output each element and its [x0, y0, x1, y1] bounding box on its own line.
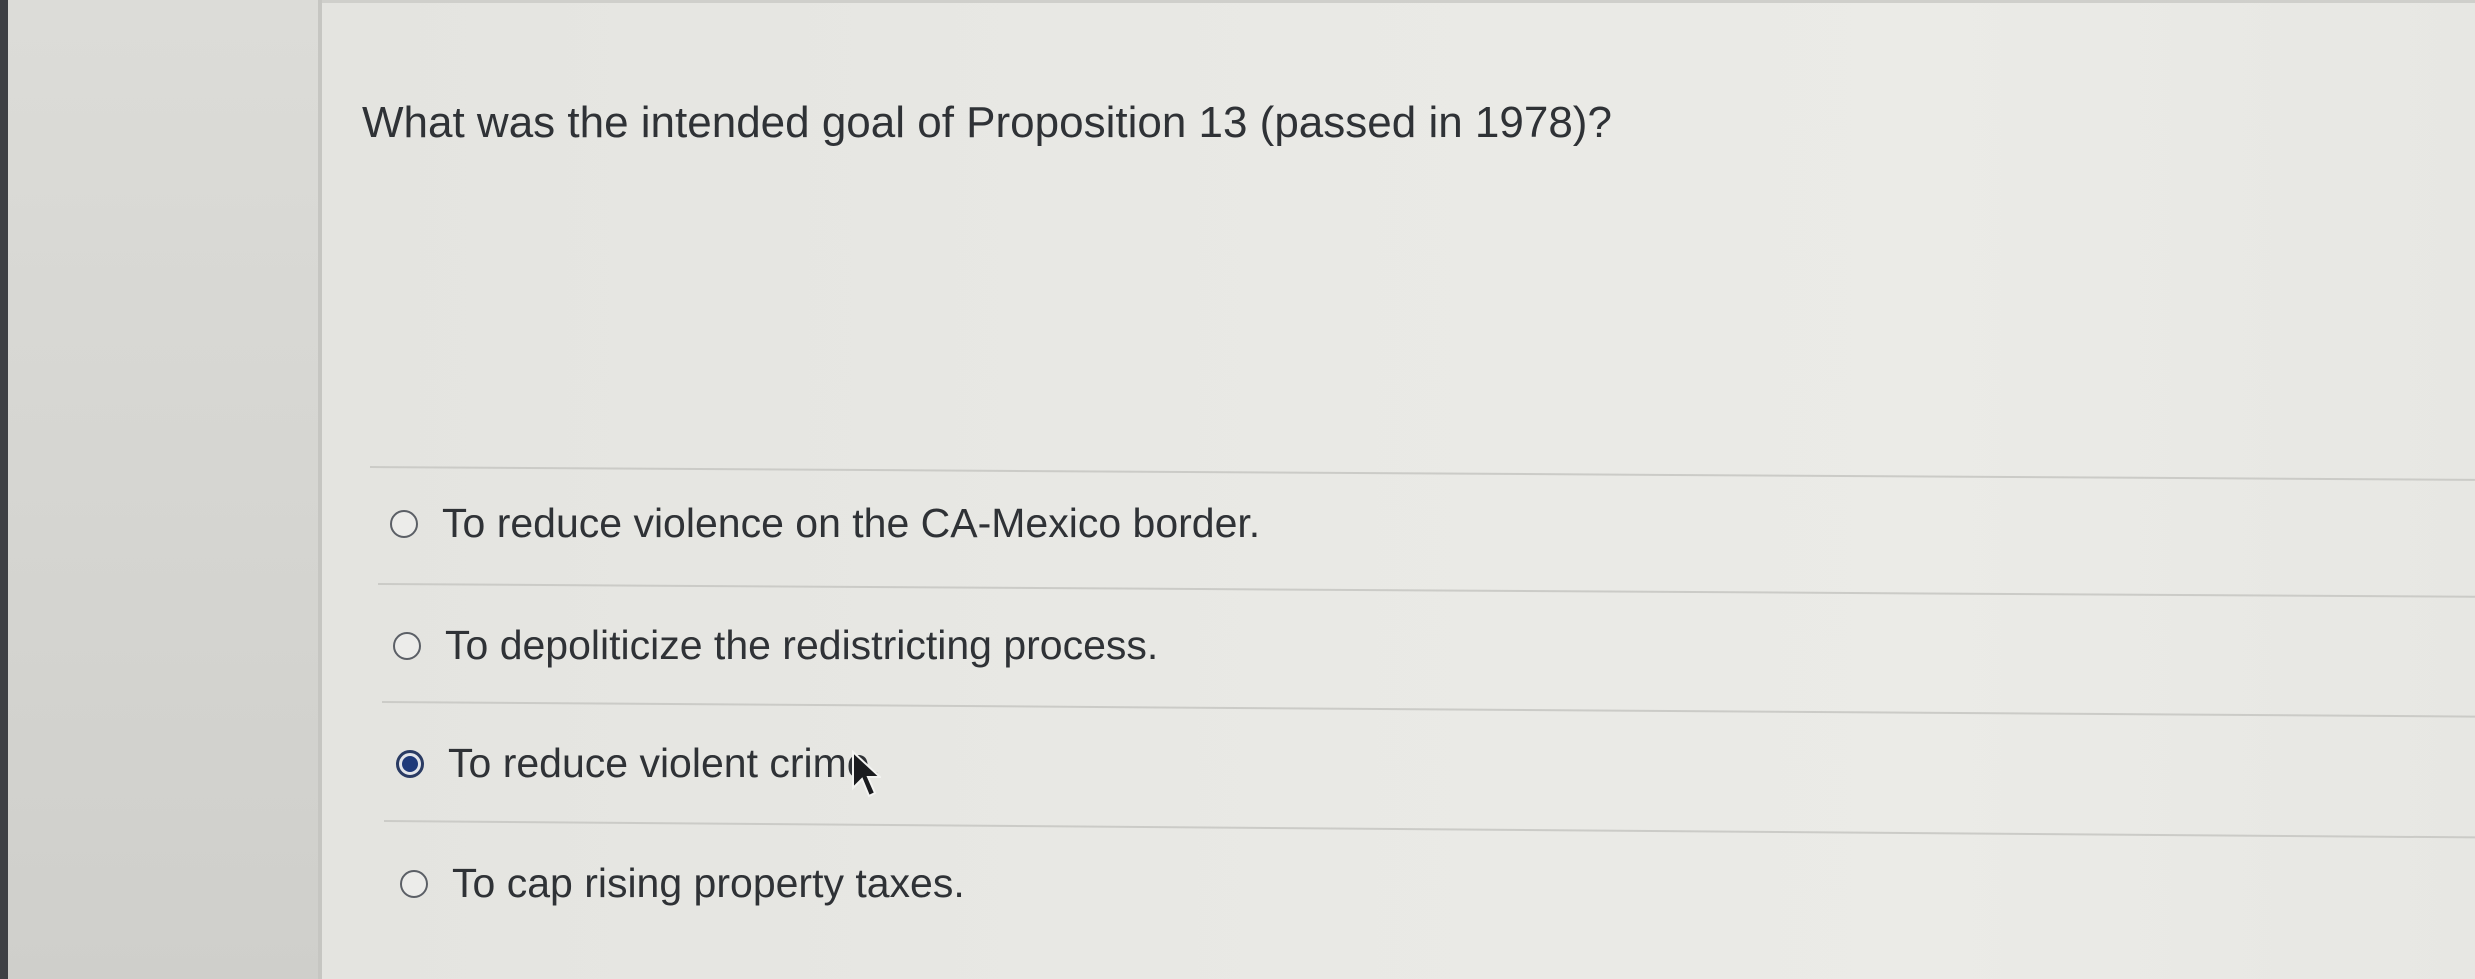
radio-button-selected-icon[interactable]	[396, 749, 424, 778]
radio-button-icon[interactable]	[390, 509, 418, 538]
answer-option-3[interactable]: To reduce violent crime.	[396, 740, 881, 787]
answer-option-label: To reduce violent crime.	[448, 740, 881, 786]
answer-option-label: To depoliticize the redistricting proces…	[445, 622, 1159, 668]
radio-button-icon[interactable]	[400, 869, 428, 898]
answer-option-label: To cap rising property taxes.	[452, 860, 965, 906]
screen-bezel	[0, 0, 8, 979]
radio-selected-dot	[402, 755, 418, 772]
answer-option-4[interactable]: To cap rising property taxes.	[400, 860, 965, 907]
top-rule	[322, 0, 2475, 3]
answer-option-label: To reduce violence on the CA-Mexico bord…	[442, 500, 1261, 546]
answer-option-1[interactable]: To reduce violence on the CA-Mexico bord…	[390, 500, 1260, 547]
answer-option-2[interactable]: To depoliticize the redistricting proces…	[393, 622, 1158, 669]
question-text: What was the intended goal of Propositio…	[362, 98, 1612, 147]
left-sidebar-panel	[8, 0, 324, 979]
arrow-pointer-icon	[852, 750, 881, 798]
radio-button-icon[interactable]	[393, 631, 421, 660]
